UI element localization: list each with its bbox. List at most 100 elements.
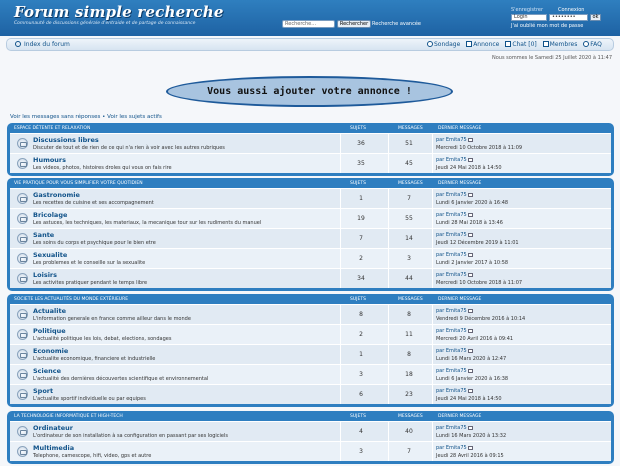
- topics-column-header: SUJETS: [350, 297, 366, 302]
- last-post-date: Jeudi 24 Mai 2018 à 14:50: [436, 396, 502, 402]
- forum-description: L'actualité des dernières découvertes sc…: [33, 376, 209, 382]
- forum-status-icon: [17, 389, 28, 400]
- last-post-date: Mercredi 20 Avril 2016 à 09:41: [436, 336, 514, 342]
- forum-row: Sexualite Les problemes et le conseille s…: [10, 248, 611, 268]
- last-post-author: par Emita75: [436, 368, 473, 374]
- last-post-date: Jeudi 28 Avril 2016 à 09:15: [436, 453, 504, 459]
- nav-bar: Index du forum Sondage Annonce Chat [0] …: [6, 38, 614, 51]
- nav-poll[interactable]: Sondage: [427, 41, 460, 48]
- nav-members[interactable]: Membres: [542, 41, 577, 48]
- category-panel: LA TECHNOLOGIE INFORMATIQUE ET HIGH-TECH…: [7, 411, 614, 464]
- last-post-date: Lundi 16 Mars 2020 à 13:32: [436, 433, 507, 439]
- forum-description: Les astuces, les techniques, les materia…: [33, 220, 262, 226]
- site-header: Forum simple recherche Communauté de dis…: [0, 0, 620, 36]
- last-post-author-link[interactable]: par Emita75: [436, 272, 467, 278]
- last-post-author-link[interactable]: par Emita75: [436, 232, 467, 238]
- advanced-search-link[interactable]: Recherche avancée: [372, 21, 421, 27]
- column-divider: [432, 325, 433, 344]
- nav-chat[interactable]: Chat [0]: [505, 41, 537, 48]
- column-divider: [432, 189, 433, 208]
- forgot-password-link[interactable]: J'ai oublié mon mot de passe: [511, 23, 583, 29]
- forum-rows: Gastronomie Les recettes de cuisine et se…: [10, 188, 611, 288]
- last-post-author-link[interactable]: par Emita75: [436, 445, 467, 451]
- ad-banner[interactable]: Vous aussi ajouter votre annonce !: [166, 76, 453, 107]
- search-button[interactable]: Rechercher: [337, 20, 371, 28]
- category-header: ESPACE DÉTENTE ET RELAXATION SUJETS MESSAG…: [10, 125, 611, 133]
- view-latest-post-icon[interactable]: [467, 138, 473, 142]
- last-post-author-link[interactable]: par Emita75: [436, 328, 467, 334]
- poll-icon: [427, 41, 433, 47]
- view-latest-post-icon[interactable]: [467, 213, 473, 217]
- last-post-author-link[interactable]: par Emita75: [436, 137, 467, 143]
- topics-count: 1: [359, 351, 363, 358]
- view-latest-post-icon[interactable]: [467, 369, 473, 373]
- forum-status-icon: [17, 213, 28, 224]
- forum-title-link[interactable]: Sante: [33, 231, 54, 239]
- last-post-author-link[interactable]: par Emita75: [436, 157, 467, 163]
- forum-status-icon: [17, 253, 28, 264]
- last-post-author-link[interactable]: par Emita75: [436, 425, 467, 431]
- topics-count: 3: [359, 448, 363, 455]
- topics-column-header: SUJETS: [350, 181, 366, 186]
- forum-title-link[interactable]: Science: [33, 367, 61, 375]
- login-ok-button[interactable]: ok: [590, 14, 601, 21]
- forum-title-link[interactable]: Gastronomie: [33, 191, 80, 199]
- last-post-column-header: DERNIER MESSAGE: [438, 297, 482, 302]
- last-post-date: Mercredi 10 Octobre 2018 à 11:09: [436, 145, 523, 151]
- last-post-author: par Emita75: [436, 192, 473, 198]
- forum-description: Les activites pratiquer pendant le temps…: [33, 280, 148, 286]
- last-post-author-link[interactable]: par Emita75: [436, 212, 467, 218]
- posts-count: 8: [407, 311, 411, 318]
- forum-row: Science L'actualité des dernières découve…: [10, 364, 611, 384]
- password-field[interactable]: ••••••••: [549, 14, 588, 21]
- quick-links[interactable]: Voir les messages sans réponses • Voir l…: [10, 114, 162, 120]
- category-title[interactable]: LA TECHNOLOGIE INFORMATIQUE ET HIGH-TECH: [14, 414, 123, 419]
- nav-ads[interactable]: Annonce: [466, 41, 499, 48]
- category-title[interactable]: SOCIETE LES ACTUALITÉS DU MONDE EXTÉRIEU…: [14, 297, 128, 302]
- forum-title-link[interactable]: Multimedia: [33, 444, 74, 452]
- view-latest-post-icon[interactable]: [467, 253, 473, 257]
- last-post-author-link[interactable]: par Emita75: [436, 192, 467, 198]
- posts-count: 14: [405, 235, 413, 242]
- forum-title-link[interactable]: Bricolage: [33, 211, 67, 219]
- username-field[interactable]: Login: [511, 14, 547, 21]
- forum-title-link[interactable]: Actualite: [33, 307, 66, 315]
- nav-faq[interactable]: FAQ: [583, 41, 602, 48]
- posts-count: 8: [407, 351, 411, 358]
- forum-row: Economie L'actualite economique, financie…: [10, 344, 611, 364]
- login-link[interactable]: Connexion: [558, 7, 584, 13]
- view-latest-post-icon[interactable]: [467, 309, 473, 313]
- forum-rows: Ordinateur L'ordinateur de son installati…: [10, 421, 611, 461]
- forum-title-link[interactable]: Sexualite: [33, 251, 67, 259]
- last-post-author-link[interactable]: par Emita75: [436, 308, 467, 314]
- nav-index-link[interactable]: Index du forum: [15, 41, 70, 48]
- forum-row: Actualite L'information generale en franc…: [10, 304, 611, 324]
- last-post-author-link[interactable]: par Emita75: [436, 252, 467, 258]
- view-latest-post-icon[interactable]: [467, 158, 473, 162]
- last-post-author-link[interactable]: par Emita75: [436, 388, 467, 394]
- forum-title-link[interactable]: Loisirs: [33, 271, 57, 279]
- view-latest-post-icon[interactable]: [467, 329, 473, 333]
- view-latest-post-icon[interactable]: [467, 349, 473, 353]
- register-link[interactable]: S'enregistrer: [511, 7, 543, 13]
- last-post-author-link[interactable]: par Emita75: [436, 348, 467, 354]
- posts-count: 7: [407, 448, 411, 455]
- site-title[interactable]: Forum simple recherche: [14, 3, 224, 21]
- forum-title-link[interactable]: Ordinateur: [33, 424, 73, 432]
- forum-title-link[interactable]: Sport: [33, 387, 53, 395]
- forum-title-link[interactable]: Discussions libres: [33, 136, 99, 144]
- view-latest-post-icon[interactable]: [467, 273, 473, 277]
- last-post-author-link[interactable]: par Emita75: [436, 368, 467, 374]
- category-title[interactable]: VIE PRATIQUE POUR VOUS SIMPLIFIER VOTRE …: [14, 181, 143, 186]
- category-panel: SOCIETE LES ACTUALITÉS DU MONDE EXTÉRIEU…: [7, 294, 614, 407]
- forum-title-link[interactable]: Humours: [33, 156, 66, 164]
- view-latest-post-icon[interactable]: [467, 446, 473, 450]
- view-latest-post-icon[interactable]: [467, 389, 473, 393]
- category-title[interactable]: ESPACE DÉTENTE ET RELAXATION: [14, 126, 90, 131]
- forum-title-link[interactable]: Politique: [33, 327, 66, 335]
- view-latest-post-icon[interactable]: [467, 426, 473, 430]
- forum-title-link[interactable]: Economie: [33, 347, 68, 355]
- view-latest-post-icon[interactable]: [467, 233, 473, 237]
- search-input[interactable]: Recherche...: [282, 20, 335, 28]
- view-latest-post-icon[interactable]: [467, 193, 473, 197]
